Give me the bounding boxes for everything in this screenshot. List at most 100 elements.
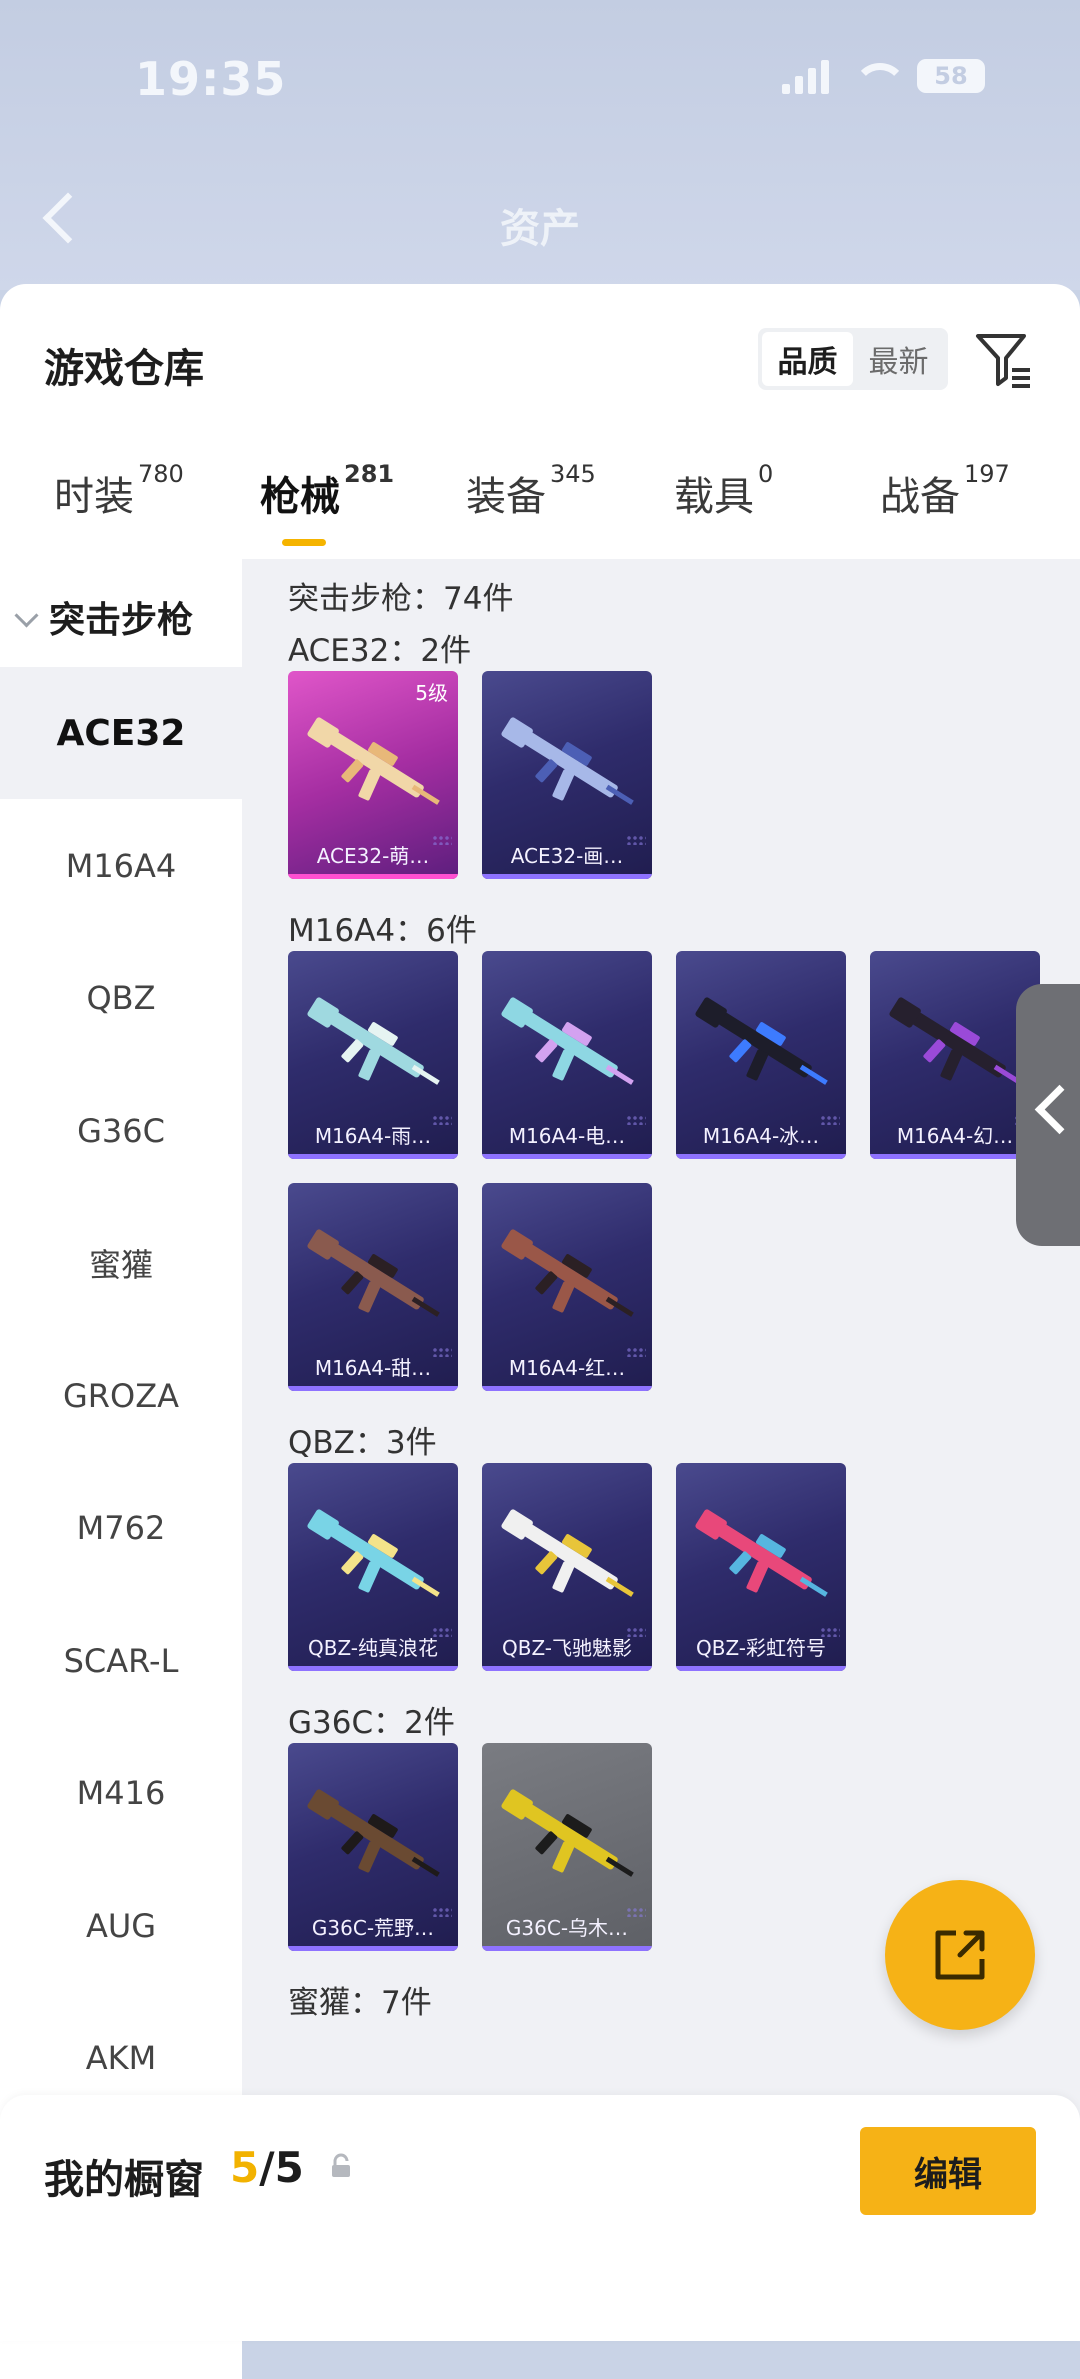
showcase-bar: 我的橱窗 5/5 编辑 bbox=[0, 2095, 1080, 2341]
showcase-current: 5 bbox=[230, 2143, 260, 2192]
sidebar-item[interactable]: M762 bbox=[0, 1462, 242, 1594]
item-name: ACE32-画… bbox=[510, 844, 624, 868]
showcase-total: /5 bbox=[259, 2143, 304, 2192]
tab-label: 装备 bbox=[466, 474, 546, 520]
section-title: QBZ：3件 bbox=[288, 1425, 437, 1461]
sidebar-item[interactable]: AUG bbox=[0, 1860, 242, 1992]
weapon-skin-image bbox=[307, 1509, 440, 1597]
weapon-skin-image bbox=[501, 1509, 634, 1597]
tab-3[interactable]: 载具 0 bbox=[674, 460, 773, 522]
page-title: 资产 bbox=[500, 206, 580, 252]
rarity-bar bbox=[482, 1386, 652, 1391]
tab-1[interactable]: 枪械 281 bbox=[260, 460, 394, 522]
tab-label: 载具 bbox=[674, 474, 754, 520]
weapon-skin-image bbox=[695, 1509, 828, 1597]
sidebar-item[interactable]: G36C bbox=[0, 1065, 242, 1197]
section-title: ACE32：2件 bbox=[288, 633, 472, 669]
sort-latest-button[interactable]: 最新 bbox=[853, 332, 944, 386]
category-tabs: 时装 780 枪械 281 装备 345 载具 0 战备 197 bbox=[0, 460, 1080, 544]
section-title: G36C：2件 bbox=[288, 1705, 455, 1741]
item-card[interactable]: M16A4-甜… bbox=[288, 1183, 458, 1391]
tab-label: 枪械 bbox=[260, 474, 340, 520]
item-name: M16A4-幻… bbox=[896, 1124, 1014, 1148]
status-time: 19:35 bbox=[135, 52, 287, 106]
tab-count: 345 bbox=[550, 460, 596, 488]
section-title: M16A4：6件 bbox=[288, 913, 477, 949]
tab-2[interactable]: 装备 345 bbox=[466, 460, 596, 522]
item-card[interactable]: M16A4-雨… bbox=[288, 951, 458, 1159]
rarity-bar bbox=[482, 1154, 652, 1159]
active-tab-indicator bbox=[282, 539, 326, 546]
item-name: M16A4-红… bbox=[508, 1356, 626, 1380]
edit-button[interactable]: 编辑 bbox=[860, 2127, 1036, 2215]
filter-icon[interactable] bbox=[974, 330, 1034, 390]
sidebar-item[interactable]: GROZA bbox=[0, 1330, 242, 1462]
sidebar-item[interactable]: ACE32 bbox=[0, 667, 242, 799]
rarity-bar bbox=[870, 1154, 1040, 1159]
item-name: QBZ-纯真浪花 bbox=[307, 1636, 439, 1660]
weapon-skin-image bbox=[889, 997, 1022, 1085]
weapon-skin-image bbox=[307, 1789, 440, 1877]
weapon-skin-image bbox=[501, 1789, 634, 1877]
sort-toggle: 品质 最新 bbox=[758, 328, 948, 390]
item-card[interactable]: ACE32-画… bbox=[482, 671, 652, 879]
weapon-skin-image bbox=[695, 997, 828, 1085]
wifi-icon bbox=[851, 59, 907, 93]
sidebar-item[interactable]: M416 bbox=[0, 1727, 242, 1859]
rarity-bar bbox=[676, 1154, 846, 1159]
rarity-bar bbox=[288, 1946, 458, 1951]
rarity-bar bbox=[288, 1154, 458, 1159]
item-card[interactable]: M16A4-电… bbox=[482, 951, 652, 1159]
rarity-bar bbox=[288, 1386, 458, 1391]
battery-icon: 58 bbox=[917, 59, 985, 93]
item-card[interactable]: QBZ-飞驰魅影 bbox=[482, 1463, 652, 1671]
sidebar-item[interactable]: SCAR-L bbox=[0, 1595, 242, 1727]
tab-4[interactable]: 战备 197 bbox=[880, 460, 1010, 522]
tab-label: 时装 bbox=[54, 474, 134, 520]
weapon-skin-image bbox=[501, 717, 634, 805]
rarity-bar bbox=[288, 874, 458, 879]
level-badge: 5级 bbox=[415, 681, 448, 705]
item-card[interactable]: M16A4-冰… bbox=[676, 951, 846, 1159]
weapon-skin-image bbox=[307, 997, 440, 1085]
item-name: G36C-乌木… bbox=[505, 1916, 629, 1940]
rarity-bar bbox=[288, 1666, 458, 1671]
expand-handle-icon[interactable] bbox=[1016, 984, 1080, 1246]
tab-count: 780 bbox=[138, 460, 184, 488]
weapon-skin-image bbox=[501, 997, 634, 1085]
weapon-skin-image bbox=[501, 1229, 634, 1317]
item-card[interactable]: QBZ-纯真浪花 bbox=[288, 1463, 458, 1671]
tab-0[interactable]: 时装 780 bbox=[54, 460, 184, 522]
item-card[interactable]: G36C-乌木… bbox=[482, 1743, 652, 1951]
rarity-bar bbox=[482, 1946, 652, 1951]
item-name: G36C-荒野… bbox=[311, 1916, 435, 1940]
sidebar-group-header[interactable]: 突击步枪 bbox=[14, 591, 193, 643]
weapon-skin-image bbox=[307, 717, 440, 805]
sidebar-item[interactable]: M16A4 bbox=[0, 800, 242, 932]
showcase-count: 5/5 bbox=[230, 2143, 304, 2192]
item-name: QBZ-飞驰魅影 bbox=[501, 1636, 633, 1660]
sort-quality-button[interactable]: 品质 bbox=[762, 332, 853, 386]
warehouse-sheet: 游戏仓库 品质 最新 时装 780 枪械 281 装备 345 载具 0 战备 197 突击步枪 … bbox=[0, 284, 1080, 2379]
status-icons: 58 bbox=[782, 58, 985, 94]
lock-icon[interactable] bbox=[330, 2153, 352, 2179]
weapon-skin-image bbox=[307, 1229, 440, 1317]
sidebar-item[interactable]: QBZ bbox=[0, 932, 242, 1064]
share-button[interactable] bbox=[885, 1880, 1035, 2030]
item-card[interactable]: M16A4-幻… bbox=[870, 951, 1040, 1159]
item-card[interactable]: G36C-荒野… bbox=[288, 1743, 458, 1951]
share-icon bbox=[935, 1930, 985, 1980]
section-title: 蜜獾：7件 bbox=[288, 1985, 432, 2021]
item-card[interactable]: M16A4-红… bbox=[482, 1183, 652, 1391]
item-card[interactable]: QBZ-彩虹符号 bbox=[676, 1463, 846, 1671]
signal-icon bbox=[782, 58, 829, 94]
item-name: M16A4-冰… bbox=[702, 1124, 820, 1148]
sidebar-item[interactable]: 蜜獾 bbox=[0, 1197, 242, 1329]
tab-count: 281 bbox=[344, 460, 395, 488]
chevron-down-icon bbox=[14, 603, 39, 628]
tab-label: 战备 bbox=[880, 474, 960, 520]
item-card[interactable]: 5级 ACE32-萌… bbox=[288, 671, 458, 879]
item-name: M16A4-电… bbox=[508, 1124, 626, 1148]
item-name: ACE32-萌… bbox=[316, 844, 430, 868]
rarity-bar bbox=[482, 874, 652, 879]
